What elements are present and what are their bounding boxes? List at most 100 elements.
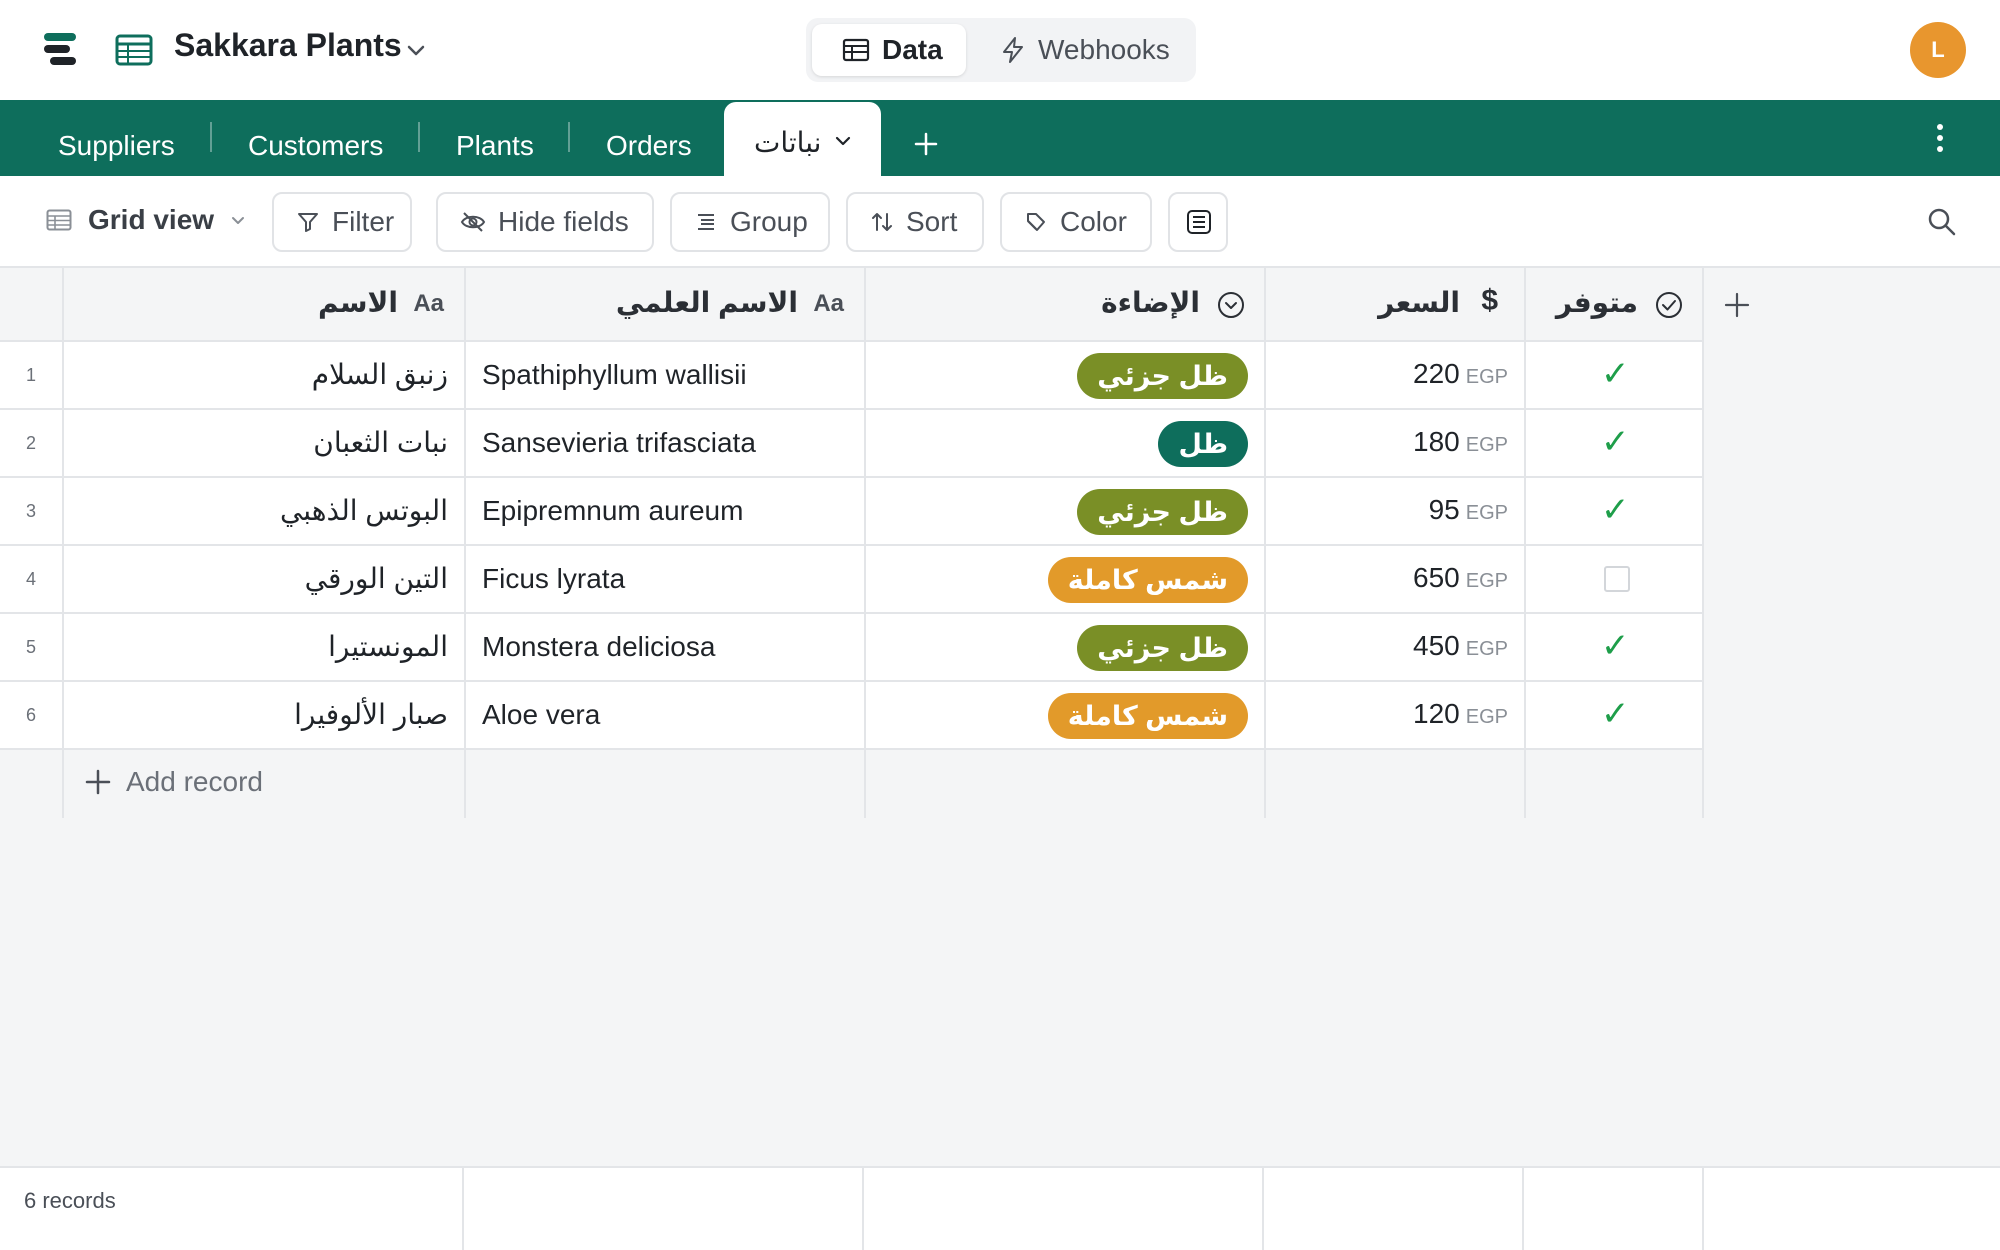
add-table-icon[interactable] bbox=[912, 130, 940, 158]
light-tag: شمس كاملة bbox=[1047, 557, 1248, 603]
tab-plants[interactable]: Plants bbox=[456, 130, 534, 162]
grid-column-divider bbox=[0, 750, 64, 818]
plant-name: المونستيرا bbox=[328, 631, 448, 662]
tab-orders[interactable]: Orders bbox=[606, 130, 692, 162]
column-header-light[interactable]: الإضاءة bbox=[866, 268, 1266, 342]
price-cell[interactable]: 180 EGP bbox=[1266, 410, 1526, 478]
summary-cell bbox=[1524, 1168, 1704, 1250]
record-count: 6 records bbox=[24, 1188, 116, 1213]
table-tab-bar: Suppliers Customers Plants Orders نباتات bbox=[0, 100, 2000, 178]
price-cell[interactable]: 220 EGP bbox=[1266, 342, 1526, 410]
table-row[interactable]: 1 زنبق السلام Spathiphyllum wallisii ظل جزئ… bbox=[0, 342, 1704, 410]
group-button[interactable]: Group bbox=[670, 192, 830, 252]
add-record-label: Add record bbox=[126, 766, 263, 797]
scientific-name: Monstera deliciosa bbox=[482, 631, 716, 662]
currency-label: EGP bbox=[1465, 706, 1508, 728]
light-cell[interactable]: شمس كاملة bbox=[866, 546, 1266, 614]
empty-checkbox[interactable] bbox=[1604, 566, 1630, 592]
scientific-name-cell[interactable]: Epipremnum aureum bbox=[466, 478, 866, 546]
price-value-wrap: 95 EGP bbox=[1429, 494, 1508, 526]
light-tag: شمس كاملة bbox=[1047, 693, 1248, 739]
scientific-name-cell[interactable]: Ficus lyrata bbox=[466, 546, 866, 614]
row-height-button[interactable] bbox=[1168, 192, 1228, 252]
column-header-price[interactable]: السعر $ bbox=[1266, 268, 1526, 342]
light-cell[interactable]: ظل جزئي bbox=[866, 614, 1266, 682]
table-row[interactable]: 2 نبات الثعبان Sansevieria trifasciata ظل 18… bbox=[0, 410, 1704, 478]
color-button[interactable]: Color bbox=[1000, 192, 1152, 252]
checkmark-icon[interactable]: ✓ bbox=[1601, 490, 1630, 530]
scientific-name: Ficus lyrata bbox=[482, 563, 626, 594]
light-cell[interactable]: شمس كاملة bbox=[866, 682, 1266, 750]
data-nav-button[interactable]: Data bbox=[812, 24, 966, 76]
chevron-down-icon[interactable] bbox=[832, 130, 854, 152]
table-row[interactable]: 5 المونستيرا Monstera deliciosa ظل جزئي 450 E… bbox=[0, 614, 1704, 682]
available-cell[interactable]: ✓ bbox=[1526, 342, 1704, 410]
light-tag: ظل جزئي bbox=[1077, 353, 1248, 399]
available-cell[interactable]: ✓ bbox=[1526, 410, 1704, 478]
light-cell[interactable]: ظل جزئي bbox=[866, 478, 1266, 546]
scientific-name-cell[interactable]: Spathiphyllum wallisii bbox=[466, 342, 866, 410]
tab-customers[interactable]: Customers bbox=[248, 130, 383, 162]
scientific-name-cell[interactable]: Sansevieria trifasciata bbox=[466, 410, 866, 478]
available-cell[interactable]: ✓ bbox=[1526, 614, 1704, 682]
column-header-name[interactable]: الاسم Aa bbox=[64, 268, 466, 342]
price-cell[interactable]: 650 EGP bbox=[1266, 546, 1526, 614]
name-cell[interactable]: زنبق السلام bbox=[64, 342, 466, 410]
price-cell[interactable]: 450 EGP bbox=[1266, 614, 1526, 682]
light-cell[interactable]: ظل bbox=[866, 410, 1266, 478]
search-icon[interactable] bbox=[1926, 206, 1958, 238]
light-cell[interactable]: ظل جزئي bbox=[866, 342, 1266, 410]
name-cell[interactable]: التين الورقي bbox=[64, 546, 466, 614]
available-cell[interactable] bbox=[1526, 546, 1704, 614]
column-header-scientific-name[interactable]: الاسم العلمي Aa bbox=[466, 268, 866, 342]
webhooks-nav-label: Webhooks bbox=[1038, 34, 1170, 65]
app-logo-icon[interactable] bbox=[40, 30, 80, 70]
row-number: 5 bbox=[0, 614, 64, 682]
tab-divider bbox=[568, 122, 570, 152]
available-cell[interactable]: ✓ bbox=[1526, 682, 1704, 750]
group-label: Group bbox=[730, 206, 808, 237]
light-tag: ظل جزئي bbox=[1077, 625, 1248, 671]
sort-button[interactable]: Sort bbox=[846, 192, 984, 252]
filter-button[interactable]: Filter bbox=[272, 192, 412, 252]
table-row[interactable]: 4 التين الورقي Ficus lyrata شمس كاملة 650 EGP bbox=[0, 546, 1704, 614]
checkmark-icon[interactable]: ✓ bbox=[1601, 694, 1630, 734]
tab-nabatat-active[interactable]: نباتات bbox=[724, 102, 881, 178]
checkmark-icon[interactable]: ✓ bbox=[1601, 422, 1630, 462]
checkmark-icon[interactable]: ✓ bbox=[1601, 626, 1630, 666]
scientific-name-cell[interactable]: Aloe vera bbox=[466, 682, 866, 750]
grid-view-selector[interactable]: Grid view bbox=[46, 204, 248, 236]
currency-label: EGP bbox=[1465, 502, 1508, 524]
webhooks-nav-button[interactable]: Webhooks bbox=[992, 24, 1192, 76]
scientific-name-cell[interactable]: Monstera deliciosa bbox=[466, 614, 866, 682]
table-row[interactable]: 3 البوتس الذهبي Epipremnum aureum ظل جزئي 95… bbox=[0, 478, 1704, 546]
table-row[interactable]: 6 صبار الألوفيرا Aloe vera شمس كاملة 120 EGP ✓ bbox=[0, 682, 1704, 750]
name-cell[interactable]: البوتس الذهبي bbox=[64, 478, 466, 546]
column-header-available[interactable]: متوفر bbox=[1526, 268, 1704, 342]
name-cell[interactable]: نبات الثعبان bbox=[64, 410, 466, 478]
currency-label: EGP bbox=[1465, 570, 1508, 592]
tab-divider bbox=[418, 122, 420, 152]
more-vertical-icon[interactable] bbox=[1932, 122, 1948, 154]
available-cell[interactable]: ✓ bbox=[1526, 478, 1704, 546]
name-cell[interactable]: المونستيرا bbox=[64, 614, 466, 682]
tab-divider bbox=[210, 122, 212, 152]
tab-suppliers[interactable]: Suppliers bbox=[58, 130, 175, 162]
checkbox-field-icon bbox=[1654, 290, 1684, 320]
single-select-icon bbox=[1216, 290, 1246, 320]
hide-fields-button[interactable]: Hide fields bbox=[436, 192, 654, 252]
add-field-icon[interactable] bbox=[1722, 290, 1752, 320]
add-record-button[interactable]: Add record bbox=[84, 766, 263, 798]
checkmark-icon[interactable]: ✓ bbox=[1601, 354, 1630, 394]
price-cell[interactable]: 95 EGP bbox=[1266, 478, 1526, 546]
chevron-down-icon[interactable] bbox=[404, 38, 428, 62]
eye-off-icon bbox=[460, 212, 486, 232]
price-cell[interactable]: 120 EGP bbox=[1266, 682, 1526, 750]
price-value-wrap: 450 EGP bbox=[1413, 630, 1508, 662]
base-name[interactable]: Sakkara Plants bbox=[174, 27, 402, 64]
avatar[interactable]: L bbox=[1910, 22, 1966, 78]
name-cell[interactable]: صبار الألوفيرا bbox=[64, 682, 466, 750]
column-label: متوفر bbox=[1555, 287, 1638, 318]
table-icon bbox=[842, 38, 870, 62]
chevron-down-icon bbox=[232, 217, 245, 224]
